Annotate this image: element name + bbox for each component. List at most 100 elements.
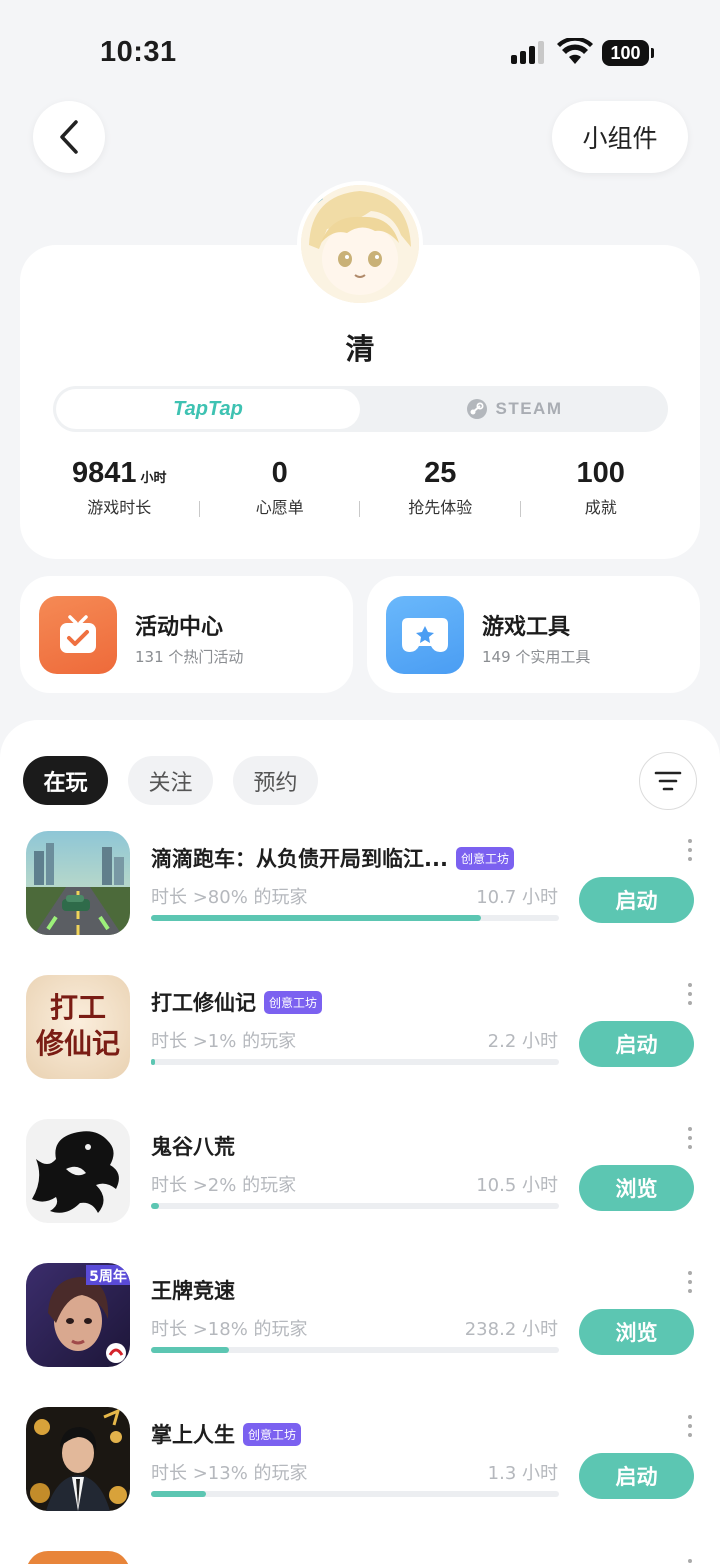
more-options-icon[interactable] [687,983,693,1005]
game-action-button[interactable]: 启动 [579,1453,694,1499]
feature-title: 游戏工具 [482,615,571,640]
stat-value: 100 [576,457,625,489]
stat-wishlist[interactable]: 0 心愿单 [200,457,360,527]
steam-icon [466,399,487,419]
platform-switch: TapTap STEAM [53,386,668,432]
game-row[interactable]: 5周年 王牌竞速 时长 >18% 的玩家 238.2 小时 浏览 [0,1263,720,1373]
game-name: 王牌竞速 [151,1279,235,1303]
progress-fill [151,1347,229,1353]
game-icon[interactable] [26,831,130,935]
stat-play-time[interactable]: 9841 小时 游戏时长 [39,457,200,527]
stat-label: 心愿单 [255,498,304,517]
playtime-progress [151,915,559,921]
stat-label: 抢先体验 [408,498,473,517]
battery-level: 100 [602,40,649,66]
game-name: 掌上人生 [151,1423,235,1447]
game-row-partial[interactable] [0,1551,720,1564]
progress-fill [151,1059,156,1065]
anniversary-badge: 5周年 [89,1268,127,1285]
playtime-progress [151,1347,559,1353]
stat-value: 25 [424,457,457,489]
game-action-button[interactable]: 启动 [579,877,694,923]
game-name: 鬼谷八荒 [151,1135,235,1159]
steam-label: STEAM [495,399,563,418]
feature-subtitle: 131 个热门活动 [135,648,244,666]
game-icon-text-top: 打工 [50,991,106,1024]
playtime-percentile: 时长 >1% 的玩家 [151,1031,297,1052]
stat-unit: 小时 [140,471,167,486]
gift-calendar-icon [39,596,117,674]
profile-stats: 9841 小时 游戏时长 0 心愿单 25 抢先体验 100 成就 [39,457,681,527]
game-row[interactable]: 滴滴跑车：从负债开局到临江... 创意工坊 时长 >80% 的玩家 10.7 小… [0,831,720,941]
tab-reserved[interactable]: 预约 [233,756,318,805]
game-row[interactable]: 鬼谷八荒 时长 >2% 的玩家 10.5 小时 浏览 [0,1119,720,1229]
taptap-logo: TapTap [173,397,243,420]
tab-steam[interactable]: STEAM [363,389,665,429]
more-options-icon[interactable] [687,1271,693,1293]
game-title[interactable]: 滴滴跑车：从负债开局到临江... 创意工坊 [151,843,514,873]
game-row[interactable]: 掌上人生 创意工坊 时长 >13% 的玩家 1.3 小时 启动 [0,1407,720,1517]
game-name: 滴滴跑车：从负债开局到临江... [151,847,448,871]
game-icon[interactable] [26,1119,130,1223]
status-bar: 10:31 100 [0,0,720,100]
progress-fill [151,1203,160,1209]
workshop-badge: 创意工坊 [455,846,514,870]
profile-name: 清 [345,332,375,366]
game-action-button[interactable]: 浏览 [579,1309,694,1355]
progress-fill [151,915,482,921]
playtime-percentile: 时长 >2% 的玩家 [151,1175,297,1196]
tab-taptap[interactable]: TapTap [56,389,360,429]
game-title[interactable]: 鬼谷八荒 [151,1131,235,1161]
widget-button[interactable]: 小组件 [552,101,688,173]
game-title[interactable]: 王牌竞速 [151,1275,235,1305]
workshop-badge: 创意工坊 [243,1422,302,1446]
wifi-icon [557,38,593,64]
game-row[interactable]: 打工 修仙记 打工修仙记 创意工坊 时长 >1% 的玩家 2.2 小时 启动 [0,975,720,1085]
game-icon[interactable]: 打工 修仙记 [26,975,130,1079]
back-button[interactable] [33,101,105,173]
playtime-hours: 10.7 小时 [476,887,558,908]
gamepad-icon [386,596,464,674]
stat-achievements[interactable]: 100 成就 [521,457,682,527]
avatar-image [301,185,419,303]
progress-fill [151,1491,207,1497]
game-icon[interactable] [26,1551,130,1564]
playtime-progress [151,1059,559,1065]
game-icon[interactable] [26,1407,130,1511]
stat-value: 0 [271,457,288,489]
game-action-button[interactable]: 启动 [579,1021,694,1067]
activity-center-card[interactable]: 活动中心 131 个热门活动 [20,576,353,693]
stat-early-access[interactable]: 25 抢先体验 [360,457,521,527]
playtime-hours: 238.2 小时 [464,1319,558,1340]
battery-icon: 100 [602,40,654,66]
chevron-left-icon [60,120,78,154]
game-title[interactable]: 掌上人生 创意工坊 [151,1419,302,1449]
stat-label: 游戏时长 [87,498,152,517]
playtime-hours: 10.5 小时 [476,1175,558,1196]
playtime-progress [151,1203,559,1209]
playtime-hours: 2.2 小时 [487,1031,558,1052]
stat-value: 9841 [71,457,137,489]
avatar[interactable] [297,181,423,307]
status-time: 10:31 [100,36,177,68]
filter-button[interactable] [639,752,697,810]
playtime-percentile: 时长 >18% 的玩家 [151,1319,308,1340]
playtime-percentile: 时长 >13% 的玩家 [151,1463,308,1484]
game-action-button[interactable]: 浏览 [579,1165,694,1211]
more-options-icon[interactable] [687,1559,693,1564]
game-tools-card[interactable]: 游戏工具 149 个实用工具 [367,576,700,693]
feature-subtitle: 149 个实用工具 [482,648,591,666]
tab-playing[interactable]: 在玩 [23,756,108,805]
playtime-percentile: 时长 >80% 的玩家 [151,887,308,908]
more-options-icon[interactable] [687,839,693,861]
playtime-hours: 1.3 小时 [487,1463,558,1484]
game-title[interactable]: 打工修仙记 创意工坊 [151,987,323,1017]
sort-filter-icon [654,771,682,791]
more-options-icon[interactable] [687,1415,693,1437]
feature-title: 活动中心 [135,615,224,640]
game-icon-text-bottom: 修仙记 [35,1027,120,1060]
stat-label: 成就 [584,498,617,517]
more-options-icon[interactable] [687,1127,693,1149]
game-icon[interactable]: 5周年 [26,1263,130,1367]
tab-following[interactable]: 关注 [128,756,213,805]
